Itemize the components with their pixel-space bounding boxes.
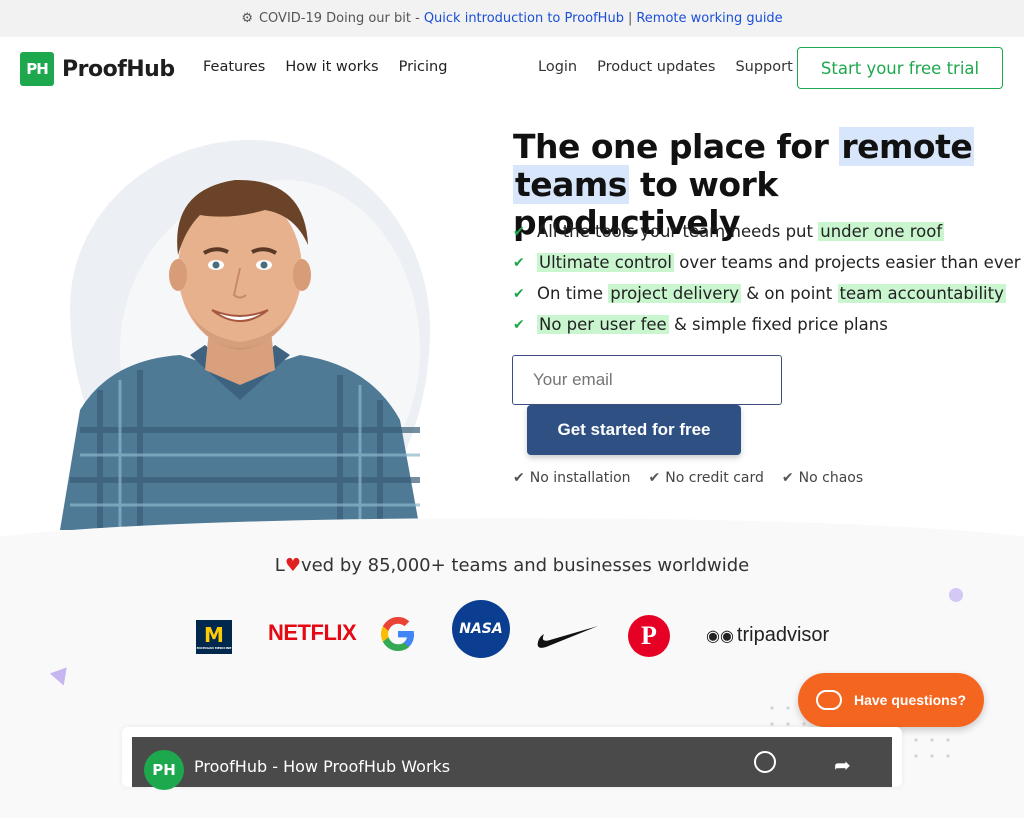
feature-highlight: under one roof <box>818 222 945 241</box>
primary-nav: Features How it works Pricing <box>203 59 447 75</box>
customer-logos: M MICHIGAN MEDICINE NETFLIX NASA P ◉◉ tri… <box>196 600 836 670</box>
michigan-medicine-logo: M MICHIGAN MEDICINE <box>196 620 232 654</box>
hero-person-image <box>60 179 420 530</box>
nav-how-it-works[interactable]: How it works <box>285 59 378 75</box>
checkmark-icon: ✔ <box>513 316 525 333</box>
video-channel-logo: PH <box>144 750 184 790</box>
feature-item: ✔ Ultimate control over teams and projec… <box>513 247 1021 278</box>
heart-icon: ♥ <box>284 555 301 576</box>
headline-highlight-teams: teams <box>513 165 629 204</box>
headline-part1: The one place for <box>513 127 829 166</box>
feature-text: On time <box>537 284 603 303</box>
perk-item: ✔ No credit card <box>649 470 764 486</box>
nav-pricing[interactable]: Pricing <box>399 59 448 75</box>
feature-item: ✔ On time project delivery & on point te… <box>513 278 1021 309</box>
banner-text: COVID-19 Doing our bit - <box>258 11 420 26</box>
nav-support[interactable]: Support <box>735 59 792 75</box>
feature-highlight: project delivery <box>608 284 741 303</box>
perk-label: No installation <box>529 470 631 486</box>
remote-guide-link[interactable]: Remote working guide <box>636 11 782 26</box>
share-icon[interactable]: ➦ <box>834 753 851 777</box>
google-g-icon <box>381 617 415 651</box>
netflix-logo: NETFLIX <box>268 620 357 645</box>
quick-intro-link[interactable]: Quick introduction to ProofHub <box>424 11 624 26</box>
check-icon: ✔ <box>648 470 661 486</box>
start-free-trial-button[interactable]: Start your free trial <box>797 47 1003 89</box>
perk-item: ✔ No installation <box>513 470 631 486</box>
checkmark-icon: ✔ <box>513 254 525 271</box>
feature-text: over teams and projects easier than ever <box>679 253 1021 272</box>
chat-bubble-icon <box>816 690 842 710</box>
google-logo <box>378 614 418 654</box>
perk-item: ✔ No chaos <box>782 470 863 486</box>
nike-swoosh-icon <box>537 626 598 648</box>
site-header: PH ProofHub Features How it works Pricin… <box>0 37 1024 101</box>
check-icon: ✔ <box>781 470 794 486</box>
perks-row: ✔ No installation ✔ No credit card ✔ No cha… <box>513 470 863 486</box>
video-player[interactable]: PH ProofHub - How ProofHub Works ➦ <box>132 737 892 790</box>
get-started-button[interactable]: Get started for free <box>527 405 741 455</box>
feature-highlight: No per user fee <box>537 315 669 334</box>
perk-label: No credit card <box>665 470 764 486</box>
chat-label: Have questions? <box>854 692 967 708</box>
perk-label: No chaos <box>798 470 864 486</box>
loved-by-text: L♥ved by 85,000+ teams and businesses wo… <box>0 555 1024 576</box>
nasa-logo: NASA <box>452 600 510 658</box>
feature-item: ✔ All the tools your team needs put unde… <box>513 216 1021 247</box>
watch-later-icon[interactable] <box>754 751 776 773</box>
umich-mark: M <box>204 623 224 647</box>
feature-item: ✔ No per user fee & simple fixed price p… <box>513 309 1021 340</box>
banner-separator: | <box>627 11 633 26</box>
proofhub-logo[interactable]: PH ProofHub <box>20 52 175 86</box>
video-title[interactable]: ProofHub - How ProofHub Works <box>194 757 450 776</box>
feature-text: & simple fixed price plans <box>673 315 888 334</box>
checkmark-icon: ✔ <box>513 223 525 240</box>
tripadvisor-text: tripadvisor <box>736 624 830 646</box>
tripadvisor-owl-icon: ◉◉ <box>706 627 734 645</box>
nasa-text: NASA <box>459 621 503 637</box>
umich-sub: MICHIGAN MEDICINE <box>196 646 232 650</box>
loved-suffix: ved by 85,000+ teams and businesses worl… <box>300 555 750 576</box>
decorative-dot <box>949 588 963 602</box>
pinterest-logo: P <box>628 615 670 657</box>
nav-login[interactable]: Login <box>538 59 577 75</box>
feature-list: ✔ All the tools your team needs put unde… <box>513 216 1021 340</box>
virus-icon: ⚙ <box>241 11 253 26</box>
have-questions-chat-button[interactable]: Have questions? <box>798 673 984 727</box>
feature-highlight: Ultimate control <box>537 253 674 272</box>
headline-highlight-remote: remote <box>839 127 975 166</box>
nike-logo <box>536 620 600 650</box>
loved-prefix: L <box>274 555 285 576</box>
tripadvisor-logo: ◉◉ tripadvisor <box>706 624 829 647</box>
feature-text: & on point <box>746 284 833 303</box>
checkmark-icon: ✔ <box>513 285 525 302</box>
email-input[interactable] <box>512 355 782 405</box>
logo-text: ProofHub <box>62 56 175 82</box>
secondary-nav: Login Product updates Support <box>538 59 793 75</box>
feature-highlight: team accountability <box>837 284 1006 303</box>
video-card: PH ProofHub - How ProofHub Works ➦ <box>122 727 902 790</box>
nav-product-updates[interactable]: Product updates <box>597 59 715 75</box>
covid-banner: ⚙ COVID-19 Doing our bit - Quick introdu… <box>0 0 1024 37</box>
check-icon: ✔ <box>513 470 525 486</box>
feature-text: All the tools your team needs put <box>537 222 813 241</box>
nav-features[interactable]: Features <box>203 59 265 75</box>
logo-mark: PH <box>20 52 54 86</box>
